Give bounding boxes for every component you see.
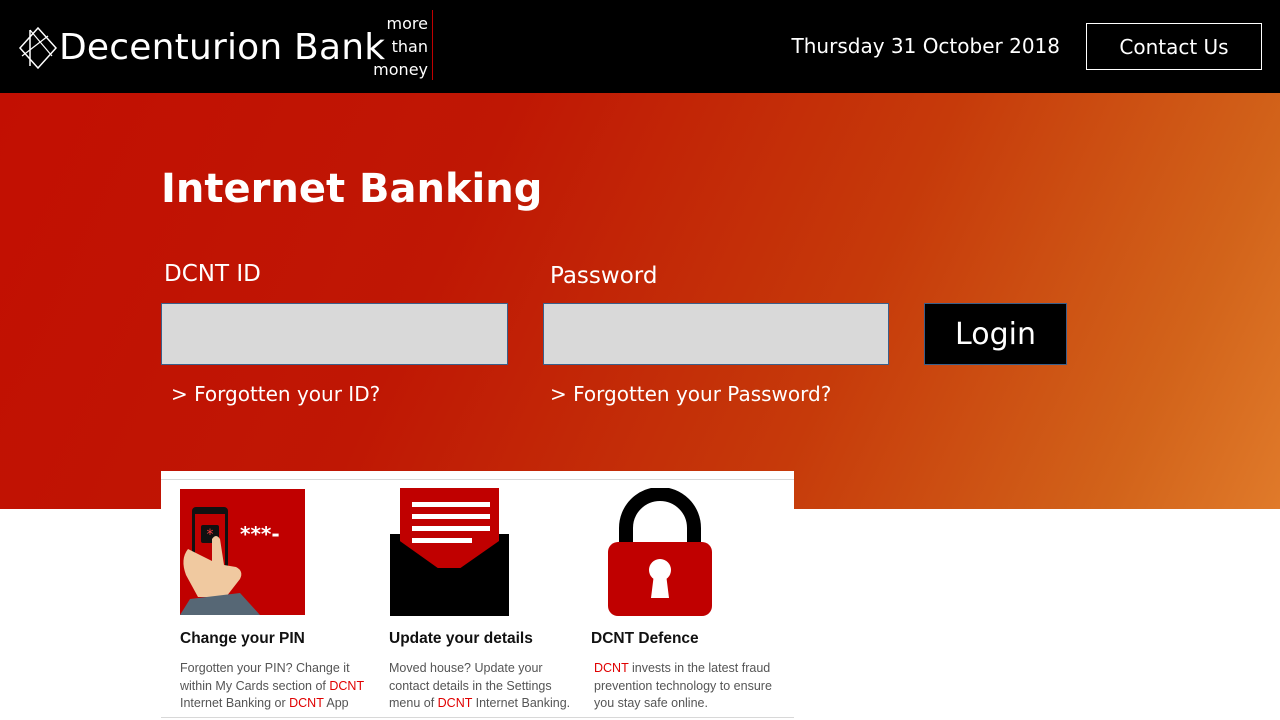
promo-desc-defence: DCNT invests in the latest fraud prevent… — [594, 660, 772, 713]
promo-desc-text: Internet Banking. — [472, 696, 571, 710]
promo-desc-change-pin: Forgotten your PIN? Change it within My … — [180, 660, 364, 713]
promo-desc-line: you stay safe online. — [594, 696, 708, 710]
promo-desc-line: Forgotten your PIN? Change it — [180, 661, 350, 675]
password-input[interactable] — [543, 303, 889, 365]
login-button[interactable]: Login — [924, 303, 1067, 365]
top-header: Decenturion Bank more than money Thursda… — [0, 0, 1280, 93]
promo-desc-line: menu of DCNT Internet Banking. — [389, 695, 570, 713]
promo-desc-text: invests in the latest fraud — [628, 661, 771, 675]
promo-desc-text: Internet Banking or — [180, 696, 290, 710]
forgot-id-link[interactable]: > Forgotten your ID? — [171, 382, 380, 406]
page-title: Internet Banking — [161, 166, 543, 212]
promo-title-text: DCNT — [591, 630, 635, 647]
id-field-label: DCNT ID — [164, 261, 261, 287]
tagline-divider — [432, 10, 433, 80]
promo-desc-line: within My Cards section of DCNT — [180, 678, 364, 696]
promo-desc-line: contact details in the Settings — [389, 678, 552, 693]
promo-desc-line: DCNT invests in the latest fraud — [594, 660, 772, 678]
dcnt-brand-text: DCNT — [437, 696, 473, 710]
svg-text:***-: ***- — [240, 522, 280, 546]
current-date: Thursday 31 October 2018 — [791, 34, 1060, 58]
promo-desc-line: Internet Banking or DCNT App — [180, 695, 364, 713]
dcnt-brand-text: DCNT — [329, 678, 365, 693]
promo-title-defence[interactable]: DCNT Defence — [591, 630, 699, 648]
login-hero: Internet Banking DCNT ID Password Login … — [0, 93, 1280, 509]
promo-desc-text: App — [323, 696, 349, 710]
promo-desc-update-details: Moved house? Update your contact details… — [389, 660, 570, 713]
promo-desc-line: Moved house? Update your — [389, 661, 543, 675]
password-field-label: Password — [550, 263, 658, 289]
padlock-icon[interactable] — [608, 488, 712, 616]
promo-desc-line: prevention technology to ensure — [594, 678, 772, 693]
phone-pin-icon[interactable]: * ***- — [180, 489, 305, 615]
tagline-line: than — [391, 37, 428, 56]
promo-divider — [161, 717, 794, 718]
dcnt-brand-text: DCNT — [594, 661, 629, 675]
promo-divider — [161, 479, 794, 480]
tagline-line: money — [373, 60, 428, 79]
brand-name: Decenturion Bank — [59, 27, 386, 68]
promo-desc-text: menu of — [389, 696, 438, 710]
promo-desc-text: within My Cards section of — [180, 678, 330, 693]
diamond-logo-icon — [18, 26, 58, 70]
envelope-icon[interactable] — [390, 488, 509, 616]
promo-title-update-details[interactable]: Update your details — [389, 630, 533, 648]
promo-title-text: Defence — [634, 630, 699, 647]
contact-us-button[interactable]: Contact Us — [1086, 23, 1262, 70]
dcnt-brand-text: DCNT — [289, 696, 324, 710]
brand-tagline: more than money — [368, 12, 428, 81]
forgot-password-link[interactable]: > Forgotten your Password? — [550, 382, 831, 406]
promo-panel: * ***- Change your PIN Forgotten your PI… — [161, 471, 794, 720]
promo-title-change-pin[interactable]: Change your PIN — [180, 630, 305, 648]
tagline-line: more — [386, 14, 428, 33]
dcnt-id-input[interactable] — [161, 303, 508, 365]
